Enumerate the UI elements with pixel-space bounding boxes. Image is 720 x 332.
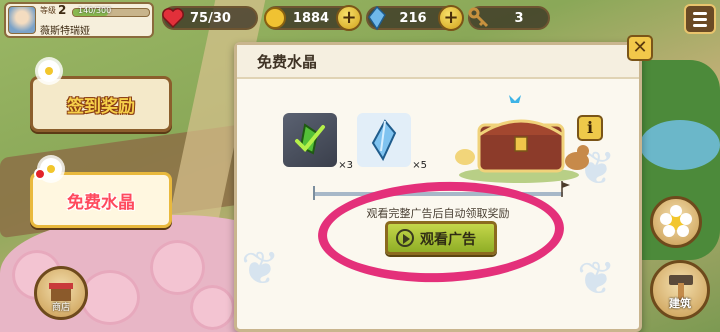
butterfly-icon xyxy=(509,95,521,103)
avatar[interactable] xyxy=(8,6,36,34)
player-panel[interactable]: 等级 2 140/300 薇斯特瑞娅 xyxy=(4,2,154,38)
menu-button[interactable] xyxy=(684,4,716,34)
reward-green-crystal: ×3 xyxy=(283,113,353,171)
add-coins-button[interactable]: + xyxy=(336,5,362,31)
player-name: 薇斯特瑞娅 xyxy=(40,26,90,37)
hearts-value: 75/30 xyxy=(190,11,231,26)
menu-icon xyxy=(693,12,707,15)
pond xyxy=(640,120,720,170)
xp-text: 140/300 xyxy=(78,6,112,15)
level-label: 等级 xyxy=(40,6,56,15)
shop-label: 商店 xyxy=(51,303,70,313)
crystals-counter: 216 + xyxy=(366,5,464,31)
blossom-tree xyxy=(80,270,140,325)
level-number: 2 xyxy=(58,3,67,17)
blossom-tree xyxy=(190,285,235,330)
blossom-tree xyxy=(150,240,205,295)
build-button[interactable]: 建筑 xyxy=(650,260,710,320)
keys-value: 3 xyxy=(514,11,524,26)
blue-crystal-icon xyxy=(371,119,397,162)
shop-button[interactable]: 商店 xyxy=(34,266,88,320)
info-button[interactable]: i xyxy=(577,115,603,141)
blue-crystal-icon xyxy=(368,5,386,31)
close-button[interactable]: ✕ xyxy=(627,35,653,61)
hearts-counter: 75/30 xyxy=(162,6,258,30)
coins-value: 1884 xyxy=(292,11,330,26)
coins-counter: 1884 + xyxy=(264,5,362,31)
green-crystal-icon xyxy=(295,123,325,155)
key-icon xyxy=(468,7,489,28)
leaf-decoration-icon: ❦ xyxy=(577,251,616,305)
flower-icon xyxy=(660,205,692,237)
treasure-chest-illustration xyxy=(449,95,599,185)
dialog-header: 免费水晶 xyxy=(237,45,639,79)
crystals-value: 216 xyxy=(399,11,427,26)
bird-icon xyxy=(455,149,475,165)
signin-reward-button[interactable]: 签到奖励 xyxy=(30,76,172,132)
top-hud: 等级 2 140/300 薇斯特瑞娅 75/30 1884 + 216 + 3 xyxy=(0,0,720,40)
right-side-button[interactable] xyxy=(650,196,702,248)
free-crystal-label: 免费水晶 xyxy=(67,192,135,213)
build-label: 建筑 xyxy=(669,297,691,310)
flag-icon xyxy=(561,181,570,197)
notification-dot xyxy=(34,168,46,180)
coin-icon xyxy=(264,7,286,29)
signin-reward-label: 签到奖励 xyxy=(67,96,135,117)
blue-crystal-qty: ×5 xyxy=(412,160,427,171)
add-crystals-button[interactable]: + xyxy=(438,5,464,31)
keys-counter: 3 xyxy=(468,6,550,30)
reward-blue-crystal: ×5 xyxy=(357,113,427,171)
leaf-decoration-icon: ❦ xyxy=(241,241,280,295)
free-crystal-button[interactable]: 免费水晶 xyxy=(30,172,172,228)
dialog-title: 免费水晶 xyxy=(257,53,318,71)
green-crystal-qty: ×3 xyxy=(338,160,353,171)
heart-icon xyxy=(162,8,184,29)
flower-decoration-icon xyxy=(38,60,60,82)
